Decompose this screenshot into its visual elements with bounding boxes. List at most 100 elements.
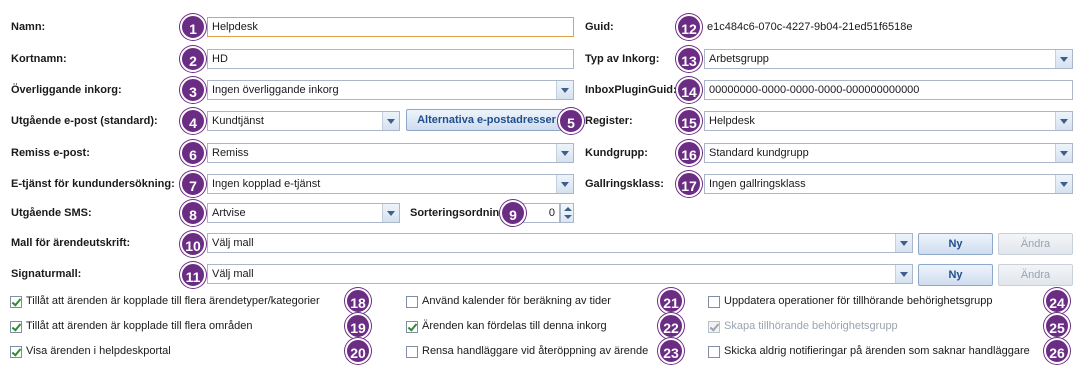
referral-email-label: Remiss e-post: xyxy=(11,147,90,159)
short-name-label: Kortnamn: xyxy=(11,53,67,65)
update-operations-label: Uppdatera operationer för tillhörande be… xyxy=(724,295,993,307)
alternative-email-button[interactable]: Alternativa e-postadresser xyxy=(406,109,567,131)
chevron-down-icon[interactable] xyxy=(1055,175,1072,193)
use-calendar-checkbox[interactable] xyxy=(406,296,418,308)
new-signature-template-button[interactable]: Ny xyxy=(918,264,993,286)
create-permission-group-checkbox xyxy=(708,321,720,333)
callout-badge: 1 xyxy=(180,14,206,40)
outgoing-sms-value: Artvise xyxy=(212,207,246,219)
edit-signature-template-button: Ändra xyxy=(998,264,1073,286)
can-be-assigned-label: Ärenden kan fördelas till denna inkorg xyxy=(422,320,607,332)
callout-badge: 24 xyxy=(1044,288,1070,314)
survey-service-label: E-tjänst för kundundersökning: xyxy=(11,178,175,190)
callout-badge: 18 xyxy=(345,288,371,314)
inbox-type-value: Arbetsgrupp xyxy=(709,53,769,65)
allow-multiple-areas-label: Tillåt att ärenden är kopplade till fler… xyxy=(26,320,253,332)
create-permission-group-label: Skapa tillhörande behörighetsgrupp xyxy=(724,320,898,332)
name-input[interactable]: Helpdesk xyxy=(207,17,574,37)
callout-badge: 14 xyxy=(676,77,702,103)
sort-order-spinner[interactable] xyxy=(560,203,574,223)
chevron-down-icon[interactable] xyxy=(895,234,912,252)
chevron-down-icon[interactable] xyxy=(556,81,573,99)
register-select[interactable]: Helpdesk xyxy=(704,111,1073,131)
callout-badge: 26 xyxy=(1044,338,1070,364)
callout-badge: 23 xyxy=(658,338,684,364)
survey-service-value: Ingen kopplad e-tjänst xyxy=(212,178,321,190)
customer-group-label: Kundgrupp: xyxy=(585,147,648,159)
plugin-guid-label: InboxPluginGuid: xyxy=(585,84,677,96)
short-name-input[interactable]: HD xyxy=(207,49,574,69)
update-operations-checkbox[interactable] xyxy=(708,296,720,308)
clear-handler-on-reopen-label: Rensa handläggare vid återöppning av äre… xyxy=(422,345,649,357)
show-in-helpdesk-portal-checkbox[interactable] xyxy=(10,346,22,358)
chevron-down-icon[interactable] xyxy=(556,175,573,193)
allow-multiple-categories-label: Tillåt att ärenden är kopplade till fler… xyxy=(26,295,320,307)
allow-multiple-areas-checkbox[interactable] xyxy=(10,321,22,333)
signature-template-value: Välj mall xyxy=(212,268,254,280)
retention-class-label: Gallringsklass: xyxy=(585,178,664,190)
outgoing-email-select[interactable]: Kundtjänst xyxy=(207,111,400,131)
print-template-value: Välj mall xyxy=(212,237,254,249)
callout-badge: 21 xyxy=(658,288,684,314)
print-template-select[interactable]: Välj mall xyxy=(207,233,913,253)
callout-badge: 6 xyxy=(180,140,206,166)
callout-badge: 5 xyxy=(558,108,584,134)
callout-badge: 20 xyxy=(345,338,371,364)
retention-class-select[interactable]: Ingen gallringsklass xyxy=(704,174,1073,194)
use-calendar-label: Använd kalender för beräkning av tider xyxy=(422,295,611,307)
sort-order-label: Sorteringsordning: xyxy=(410,207,510,219)
chevron-down-icon[interactable] xyxy=(895,265,912,283)
callout-badge: 17 xyxy=(676,171,702,197)
edit-print-template-button: Ändra xyxy=(998,233,1073,255)
clear-handler-on-reopen-checkbox[interactable] xyxy=(406,346,418,358)
guid-label: Guid: xyxy=(585,21,614,33)
callout-badge: 3 xyxy=(180,77,206,103)
print-template-label: Mall för ärendeutskrift: xyxy=(11,237,131,249)
callout-badge: 19 xyxy=(345,313,371,339)
parent-inbox-value: Ingen överliggande inkorg xyxy=(212,84,339,96)
plugin-guid-input[interactable]: 00000000-0000-0000-0000-000000000000 xyxy=(704,80,1073,100)
can-be-assigned-checkbox[interactable] xyxy=(406,321,418,333)
callout-badge: 7 xyxy=(180,171,206,197)
name-label: Namn: xyxy=(11,21,46,33)
callout-badge: 10 xyxy=(180,231,206,257)
new-print-template-button[interactable]: Ny xyxy=(918,233,993,255)
customer-group-value: Standard kundgrupp xyxy=(709,147,809,159)
chevron-down-icon[interactable] xyxy=(382,112,399,130)
callout-badge: 12 xyxy=(676,14,702,40)
inbox-type-select[interactable]: Arbetsgrupp xyxy=(704,49,1073,69)
chevron-down-icon[interactable] xyxy=(1055,112,1072,130)
referral-email-select[interactable]: Remiss xyxy=(207,143,574,163)
never-notify-unassigned-checkbox[interactable] xyxy=(708,346,720,358)
chevron-down-icon[interactable] xyxy=(556,144,573,162)
signature-template-label: Signaturmall: xyxy=(11,268,82,280)
callout-badge: 22 xyxy=(658,313,684,339)
chevron-down-icon[interactable] xyxy=(1055,50,1072,68)
callout-badge: 4 xyxy=(180,108,206,134)
chevron-down-icon[interactable] xyxy=(382,204,399,222)
callout-badge: 16 xyxy=(676,140,702,166)
register-label: Register: xyxy=(585,115,633,127)
arrow-up-icon[interactable] xyxy=(564,207,572,211)
survey-service-select[interactable]: Ingen kopplad e-tjänst xyxy=(207,174,574,194)
allow-multiple-categories-checkbox[interactable] xyxy=(10,296,22,308)
show-in-helpdesk-portal-label: Visa ärenden i helpdeskportal xyxy=(26,345,171,357)
retention-class-value: Ingen gallringsklass xyxy=(709,178,806,190)
signature-template-select[interactable]: Välj mall xyxy=(207,264,913,284)
outgoing-sms-select[interactable]: Artvise xyxy=(207,203,400,223)
outgoing-email-label: Utgående e-post (standard): xyxy=(11,115,158,127)
callout-badge: 8 xyxy=(180,200,206,226)
callout-badge: 13 xyxy=(676,46,702,72)
callout-badge: 15 xyxy=(676,108,702,134)
register-value: Helpdesk xyxy=(709,115,755,127)
customer-group-select[interactable]: Standard kundgrupp xyxy=(704,143,1073,163)
guid-value: e1c484c6-070c-4227-9b04-21ed51f6518e xyxy=(707,21,913,33)
outgoing-email-value: Kundtjänst xyxy=(212,115,264,127)
callout-badge: 2 xyxy=(180,46,206,72)
never-notify-unassigned-label: Skicka aldrig notifieringar på ärenden s… xyxy=(724,345,1030,357)
parent-inbox-select[interactable]: Ingen överliggande inkorg xyxy=(207,80,574,100)
referral-email-value: Remiss xyxy=(212,147,249,159)
arrow-down-icon[interactable] xyxy=(564,215,572,219)
inbox-type-label: Typ av Inkorg: xyxy=(585,53,660,65)
chevron-down-icon[interactable] xyxy=(1055,144,1072,162)
